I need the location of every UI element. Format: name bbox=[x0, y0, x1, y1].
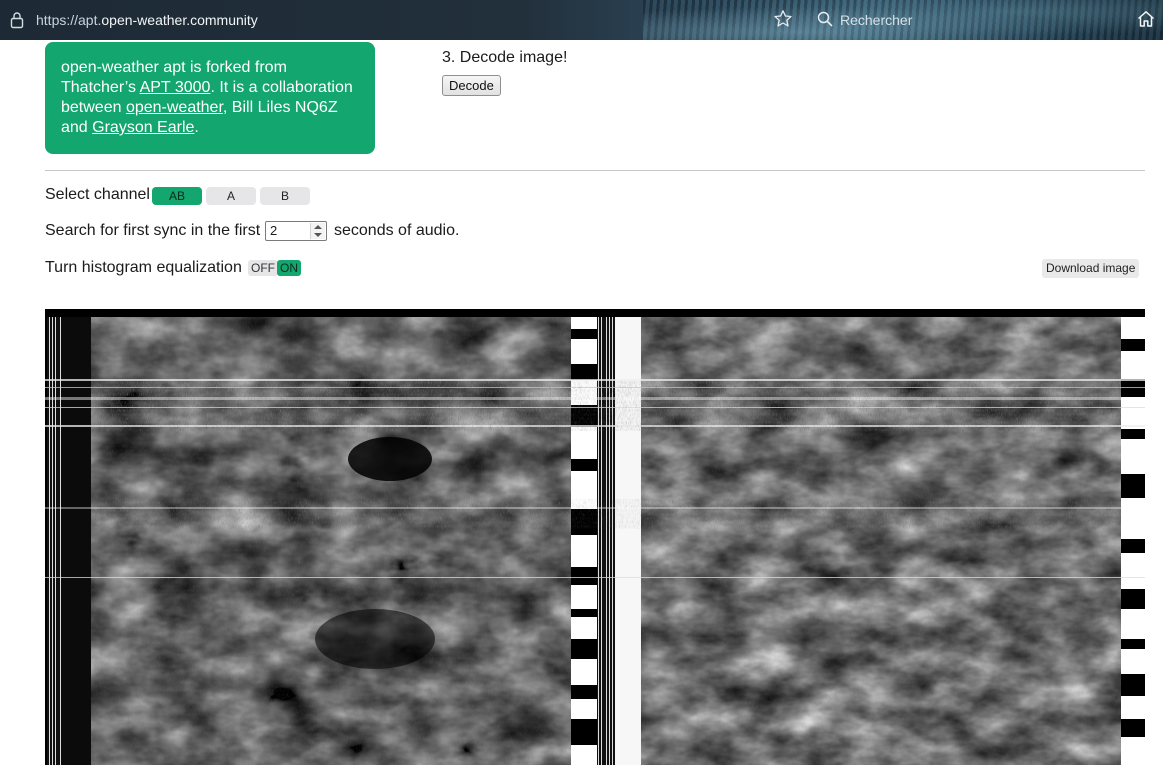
channel-label: Select channel bbox=[45, 186, 150, 203]
section-divider bbox=[45, 170, 1145, 171]
address-bar[interactable]: https://apt.open-weather.community bbox=[36, 12, 258, 28]
search-box[interactable]: Rechercher bbox=[840, 12, 912, 28]
browser-toolbar: https://apt.open-weather.community Reche… bbox=[0, 0, 1163, 40]
apt3000-link[interactable]: APT 3000 bbox=[140, 79, 211, 96]
sync-seconds-value: 2 bbox=[270, 223, 278, 238]
grayson-earle-link[interactable]: Grayson Earle bbox=[92, 119, 194, 136]
sync-label: Search for first sync in the first bbox=[45, 222, 261, 239]
decoded-image bbox=[45, 309, 1145, 765]
info-box: open-weather apt is forked from Thatcher… bbox=[45, 42, 375, 154]
search-icon bbox=[817, 11, 833, 27]
sync-seconds-input[interactable]: 2 bbox=[265, 221, 327, 241]
histogram-label: Turn histogram equalization bbox=[45, 259, 242, 276]
apt-image-canvas bbox=[45, 309, 1145, 765]
decode-step-title: 3. Decode image! bbox=[442, 49, 568, 66]
url-host: open-weather.community bbox=[101, 12, 258, 28]
decode-button[interactable]: Decode bbox=[442, 75, 501, 96]
lock-icon[interactable] bbox=[10, 11, 24, 29]
channel-a-button[interactable]: A bbox=[206, 187, 256, 205]
download-image-button[interactable]: Download image bbox=[1042, 259, 1140, 278]
info-text-4: . bbox=[194, 119, 199, 136]
histogram-on-toggle[interactable]: ON bbox=[277, 260, 301, 276]
channel-ab-button[interactable]: AB bbox=[152, 187, 202, 205]
sync-label-suffix: seconds of audio. bbox=[334, 222, 460, 239]
left-space-strip bbox=[61, 317, 91, 765]
bookmark-star-icon[interactable] bbox=[773, 9, 793, 29]
url-scheme: https://apt. bbox=[36, 12, 102, 28]
histogram-off-toggle[interactable]: OFF bbox=[248, 260, 278, 276]
channel-b-button[interactable]: B bbox=[260, 187, 310, 205]
home-icon[interactable] bbox=[1136, 9, 1156, 29]
left-sync-strip bbox=[47, 317, 61, 765]
number-spinner-icon[interactable] bbox=[310, 223, 325, 239]
open-weather-link[interactable]: open-weather bbox=[126, 99, 223, 116]
